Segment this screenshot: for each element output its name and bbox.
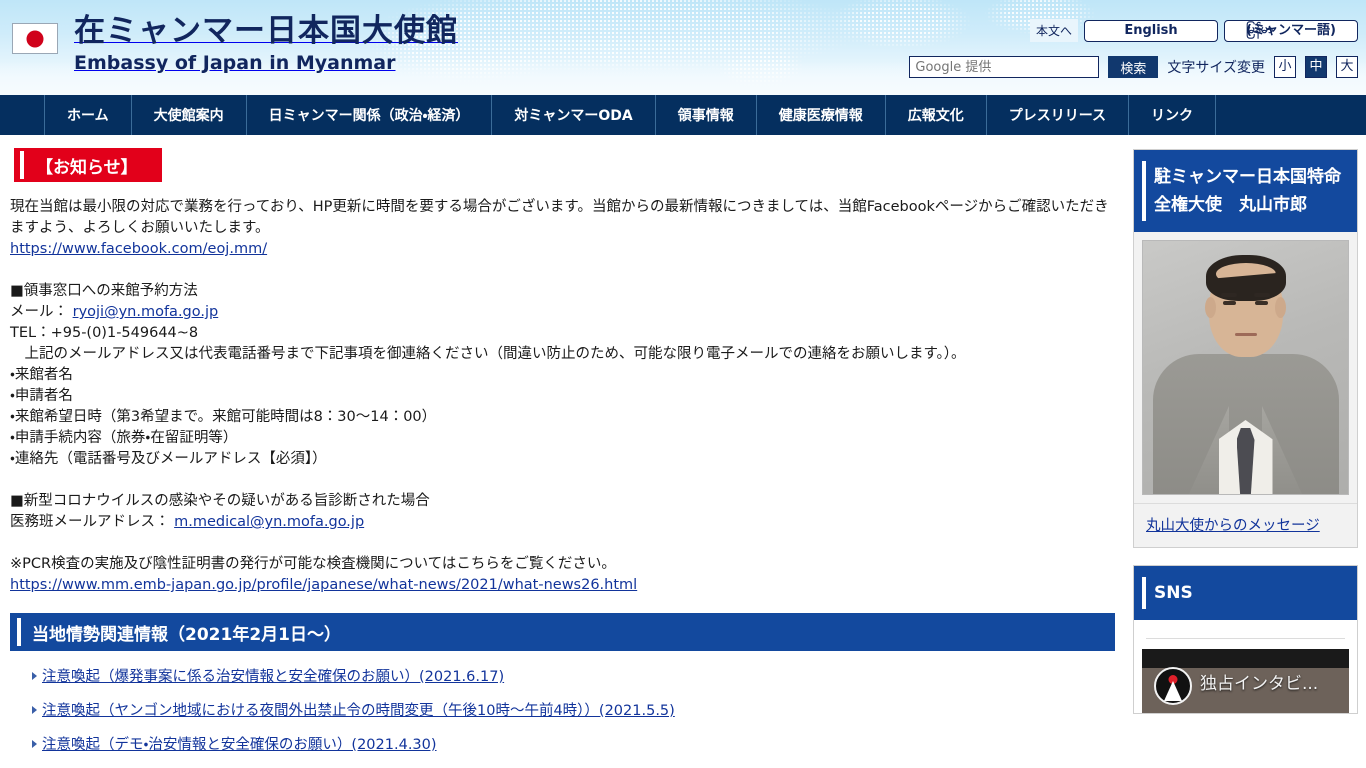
notice-body: 現在当館は最小限の対応で業務を行っており、HP更新に時間を要する場合がございます… bbox=[10, 197, 1115, 596]
header-utility-bar: 本文へ English မြန်မာ (ミャンマー語) bbox=[1029, 19, 1358, 42]
nav-item-health-medical[interactable]: 健康医療情報 bbox=[755, 95, 885, 135]
medical-label: 医務班メールアドレス： bbox=[10, 514, 170, 530]
nav-item-embassy-guide[interactable]: 大使館案内 bbox=[130, 95, 246, 135]
pcr-note: ※PCR検査の実施及び陰性証明書の発行が可能な検査機関についてはこちらをご覧くだ… bbox=[10, 556, 616, 572]
nav-end-divider bbox=[1215, 95, 1217, 135]
alert-link-explosion[interactable]: 注意喚起（爆発事案に係る治安情報と安全確保のお願い）(2021.6.17) bbox=[42, 665, 504, 686]
nav-item-japan-myanmar-relations[interactable]: 日ミャンマー関係（政治・経済） bbox=[245, 95, 492, 135]
font-size-small-button[interactable]: 小 bbox=[1274, 56, 1296, 78]
bullet-application-type: ・申請手続内容（旅券・在留証明等） bbox=[10, 430, 238, 446]
section-header-label: 当地情勢関連情報（2021年2月1日〜） bbox=[32, 624, 341, 645]
portrait-ear-right bbox=[1275, 297, 1286, 318]
main-content: 【お知らせ】 現在当館は最小限の対応で業務を行っており、HP更新に時間を要する場… bbox=[0, 135, 1125, 767]
nav-item-links[interactable]: リンク bbox=[1128, 95, 1215, 135]
japan-embassy-logo-icon bbox=[1154, 667, 1192, 705]
header-search-bar: 検索 文字サイズ変更 小 中 大 bbox=[909, 56, 1358, 78]
portrait-mouth bbox=[1234, 333, 1257, 336]
reservation-instruction: 上記のメールアドレス又は代表電話番号まで下記事項を御連絡ください（間違い防止のた… bbox=[10, 346, 966, 362]
alert-link-demonstration[interactable]: 注意喚起（デモ・治安情報と安全確保のお願い）(2021.4.30) bbox=[42, 733, 437, 754]
ambassador-photo-wrap bbox=[1134, 232, 1357, 503]
portrait-eyebrow-right bbox=[1254, 293, 1270, 297]
ambassador-title: 駐ミャンマー日本国特命全権大使 丸山市郎 bbox=[1154, 167, 1341, 215]
site-title-ja: 在ミャンマー日本国大使館 bbox=[74, 13, 458, 49]
mail-label: メール： bbox=[10, 304, 68, 320]
portrait-eyebrow-left bbox=[1221, 293, 1237, 297]
medical-email-link[interactable]: m.medical@yn.mofa.go.jp bbox=[174, 514, 364, 530]
list-item[interactable]: 注意喚起（爆発事案に係る治安情報と安全確保のお願い）(2021.6.17) bbox=[32, 665, 1115, 686]
triangle-bullet-icon bbox=[32, 739, 37, 748]
nav-item-consular[interactable]: 領事情報 bbox=[654, 95, 756, 135]
consular-heading: ■領事窓口への来館予約方法 bbox=[10, 283, 198, 299]
notice-banner: 【お知らせ】 bbox=[14, 148, 162, 182]
list-item[interactable]: 注意喚起（デモ・治安情報と安全確保のお願い）(2021.4.30) bbox=[32, 733, 1115, 754]
skip-to-content-link[interactable]: 本文へ bbox=[1029, 19, 1078, 42]
language-button-myanmar[interactable]: မြန်မာ (ミャンマー語) bbox=[1224, 19, 1358, 42]
local-situation-link-list: 注意喚起（爆発事案に係る治安情報と安全確保のお願い）(2021.6.17) 注意… bbox=[10, 665, 1115, 754]
covid-heading: ■新型コロナウイルスの感染やその疑いがある旨診断された場合 bbox=[10, 493, 430, 509]
ambassador-card: 駐ミャンマー日本国特命全権大使 丸山市郎 丸山大使からのメッセージ bbox=[1133, 149, 1358, 548]
nav-item-home[interactable]: ホーム bbox=[44, 95, 131, 135]
language-button-english[interactable]: English bbox=[1084, 19, 1218, 42]
search-input[interactable] bbox=[909, 56, 1100, 78]
ambassador-message-link[interactable]: 丸山大使からのメッセージ bbox=[1146, 518, 1320, 534]
alert-link-curfew[interactable]: 注意喚起（ヤンゴン地域における夜間外出禁止令の時間変更（午後10時〜午前4時））… bbox=[42, 699, 675, 720]
video-thumbnail[interactable]: 独占インタビ... bbox=[1142, 649, 1349, 713]
bullet-visitor-name: ・来館者名 bbox=[10, 367, 73, 383]
bullet-applicant-name: ・申請者名 bbox=[10, 388, 73, 404]
ambassador-message-row[interactable]: 丸山大使からのメッセージ bbox=[1134, 503, 1357, 547]
ambassador-portrait-photo bbox=[1142, 240, 1349, 495]
font-size-large-button[interactable]: 大 bbox=[1336, 56, 1358, 78]
pcr-info-link[interactable]: https://www.mm.emb-japan.go.jp/profile/j… bbox=[10, 577, 637, 593]
font-size-label: 文字サイズ変更 bbox=[1167, 60, 1265, 76]
sns-card: SNS 独占インタビ... bbox=[1133, 565, 1358, 714]
bullet-preferred-datetime: ・来館希望日時（第3希望まで。来館可能時間は8：30〜14：00） bbox=[10, 409, 437, 425]
portrait-ear-left bbox=[1205, 297, 1216, 318]
page-body: 【お知らせ】 現在当館は最小限の対応で業務を行っており、HP更新に時間を要する場… bbox=[0, 135, 1366, 768]
telephone-line: TEL：+95-(0)1-549644~8 bbox=[10, 325, 199, 341]
facebook-link[interactable]: https://www.facebook.com/eoj.mm/ bbox=[10, 241, 267, 257]
nav-item-culture[interactable]: 広報文化 bbox=[884, 95, 986, 135]
font-size-medium-button[interactable]: 中 bbox=[1305, 56, 1327, 78]
portrait-eye-right bbox=[1255, 301, 1268, 305]
search-button[interactable]: 検索 bbox=[1108, 56, 1159, 78]
video-title: 独占インタビ... bbox=[1200, 674, 1319, 694]
divider bbox=[1146, 638, 1345, 639]
bullet-contact-info: ・連絡先（電話番号及びメールアドレス【必須】） bbox=[10, 451, 327, 467]
section-header-local-situation: 当地情勢関連情報（2021年2月1日〜） bbox=[10, 613, 1115, 651]
sidebar: 駐ミャンマー日本国特命全権大使 丸山市郎 丸山大使からのメッセージ SNS 独占… bbox=[1125, 135, 1366, 714]
notice-paragraph-1: 現在当館は最小限の対応で業務を行っており、HP更新に時間を要する場合がございます… bbox=[10, 199, 1109, 236]
nav-item-oda[interactable]: 対ミャンマーODA bbox=[491, 95, 654, 135]
sns-title: SNS bbox=[1154, 583, 1193, 603]
site-logo-link[interactable]: 在ミャンマー日本国大使館 Embassy of Japan in Myanmar bbox=[12, 16, 458, 73]
site-title-en: Embassy of Japan in Myanmar bbox=[74, 52, 396, 74]
triangle-bullet-icon bbox=[32, 671, 37, 680]
sns-card-body: 独占インタビ... bbox=[1134, 620, 1357, 713]
ambassador-card-header: 駐ミャンマー日本国特命全権大使 丸山市郎 bbox=[1134, 150, 1357, 232]
sns-card-header: SNS bbox=[1134, 566, 1357, 620]
japan-flag-icon bbox=[12, 23, 58, 54]
triangle-bullet-icon bbox=[32, 705, 37, 714]
consular-email-link[interactable]: ryoji@yn.mofa.go.jp bbox=[73, 304, 219, 320]
site-header: 在ミャンマー日本国大使館 Embassy of Japan in Myanmar… bbox=[0, 0, 1366, 95]
nav-item-press-release[interactable]: プレスリリース bbox=[985, 95, 1128, 135]
list-item[interactable]: 注意喚起（ヤンゴン地域における夜間外出禁止令の時間変更（午後10時〜午前4時））… bbox=[32, 699, 1115, 720]
main-navigation: ホーム 大使館案内 日ミャンマー関係（政治・経済） 対ミャンマーODA 領事情報… bbox=[0, 95, 1366, 135]
burmese-script-text: မြန်မာ bbox=[1246, 21, 1273, 36]
portrait-hair bbox=[1205, 255, 1286, 301]
notice-banner-label: 【お知らせ】 bbox=[36, 157, 138, 178]
portrait-eye-left bbox=[1223, 301, 1236, 305]
